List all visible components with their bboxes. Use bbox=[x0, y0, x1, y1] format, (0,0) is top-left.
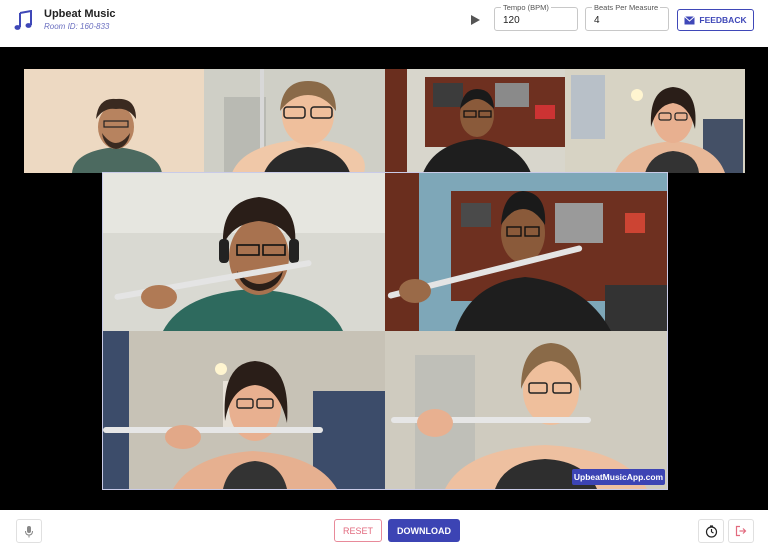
person-image bbox=[385, 69, 565, 173]
person-image bbox=[24, 69, 204, 173]
person-image bbox=[565, 69, 745, 173]
main-grid-border bbox=[102, 172, 668, 490]
metronome-button[interactable] bbox=[698, 519, 724, 543]
tempo-value[interactable]: 120 bbox=[503, 15, 520, 26]
participant-video bbox=[24, 69, 204, 173]
mail-icon bbox=[684, 15, 696, 24]
mic-button[interactable] bbox=[16, 519, 42, 543]
music-note-icon bbox=[14, 10, 32, 30]
microphone-icon bbox=[25, 525, 33, 537]
reset-button[interactable]: RESET bbox=[334, 519, 382, 542]
participant-video bbox=[204, 69, 385, 173]
top-bar: Upbeat Music Room ID: 160-833 Tempo (BPM… bbox=[0, 0, 768, 46]
bottom-bar: RESET DOWNLOAD bbox=[0, 510, 768, 551]
room-id: Room ID: 160-833 bbox=[44, 22, 110, 31]
participant-video bbox=[385, 69, 565, 173]
watermark-badge: UpbeatMusicApp.com bbox=[572, 469, 665, 485]
play-icon[interactable] bbox=[468, 13, 482, 27]
metronome-icon bbox=[705, 524, 717, 538]
beats-value[interactable]: 4 bbox=[594, 15, 600, 26]
download-button[interactable]: DOWNLOAD bbox=[388, 519, 460, 542]
exit-button[interactable] bbox=[728, 519, 754, 543]
tempo-field[interactable]: Tempo (BPM) 120 bbox=[494, 3, 578, 31]
exit-icon bbox=[735, 525, 747, 537]
feedback-label: FEEDBACK bbox=[699, 15, 747, 25]
person-image bbox=[204, 69, 385, 173]
feedback-button[interactable]: FEEDBACK bbox=[677, 9, 754, 31]
beats-label: Beats Per Measure bbox=[592, 3, 661, 12]
tempo-label: Tempo (BPM) bbox=[501, 3, 551, 12]
video-stage bbox=[0, 47, 768, 510]
app-title: Upbeat Music bbox=[44, 8, 116, 20]
beats-per-measure-field[interactable]: Beats Per Measure 4 bbox=[585, 3, 669, 31]
participant-video bbox=[565, 69, 745, 173]
